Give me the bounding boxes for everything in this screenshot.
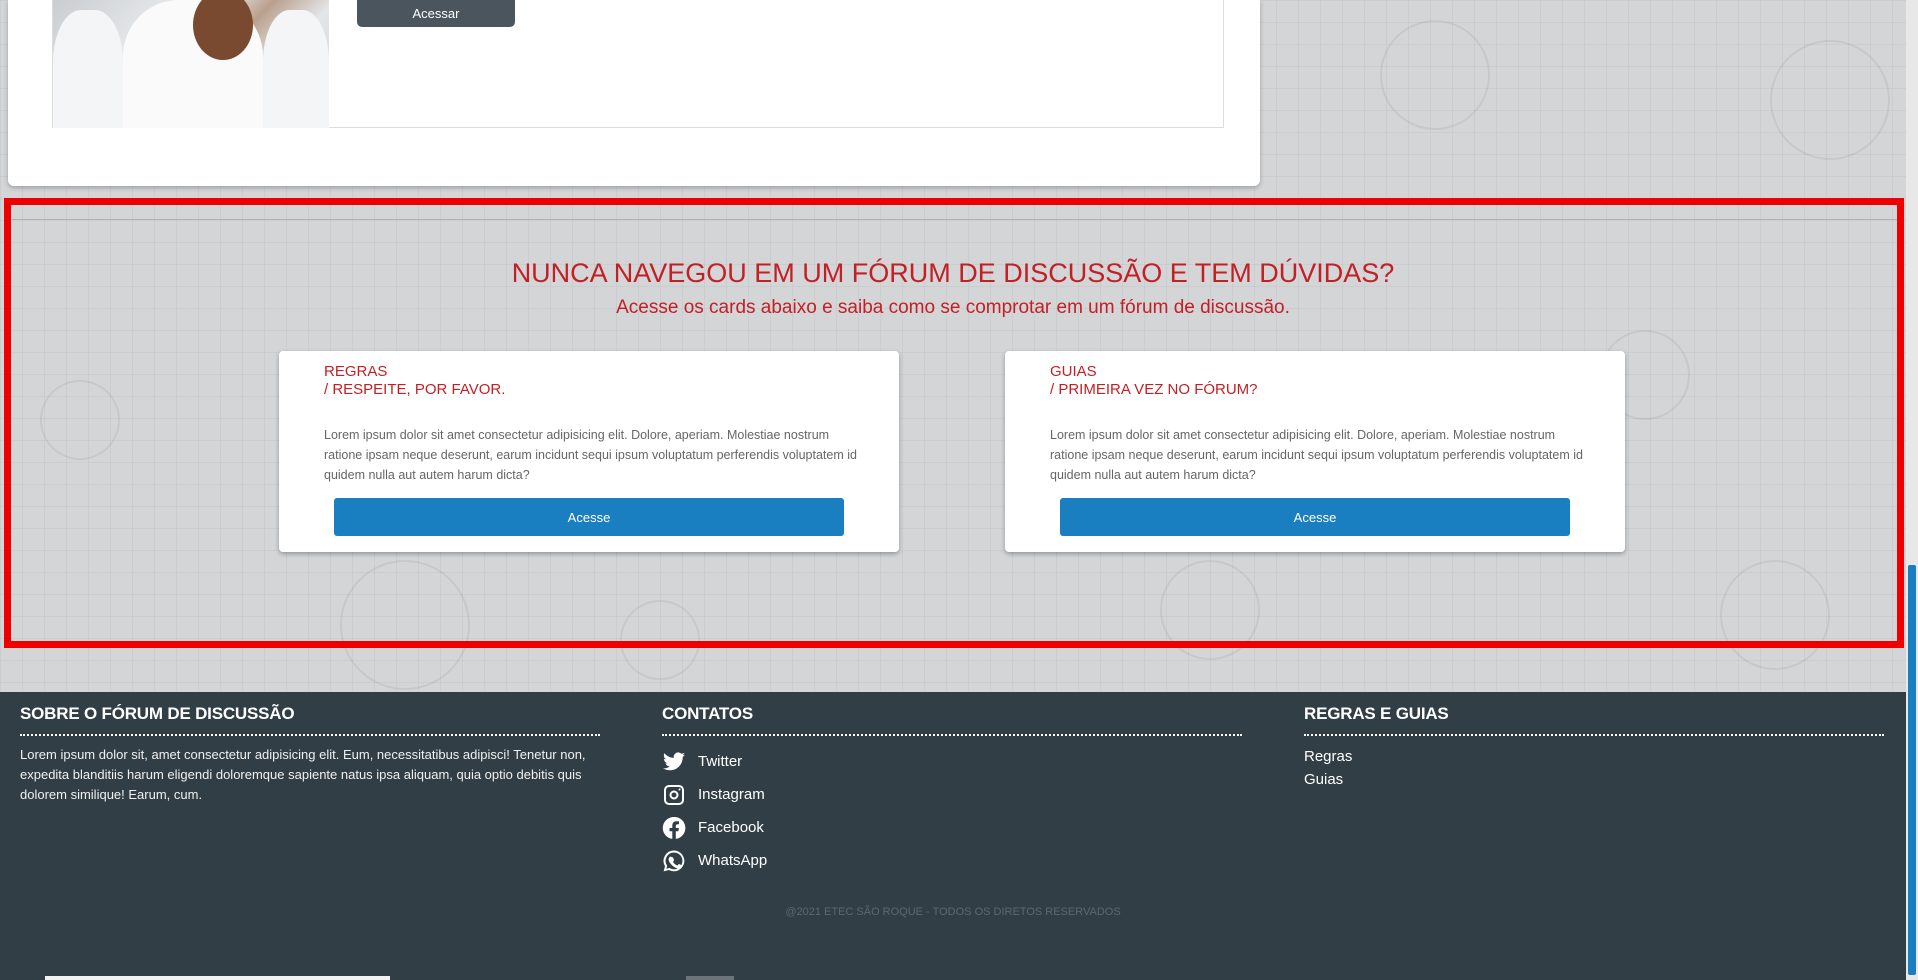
- bottom-bar: [45, 976, 390, 980]
- site-footer: SOBRE O FÓRUM DE DISCUSSÃO Lorem ipsum d…: [0, 692, 1906, 980]
- footer-about-text: Lorem ipsum dolor sit, amet consectetur …: [20, 747, 586, 802]
- contact-facebook[interactable]: Facebook: [662, 811, 1242, 844]
- footer-rules: REGRAS E GUIAS Regras Guias: [1304, 704, 1884, 791]
- highlight-frame: [4, 198, 1904, 648]
- contact-whatsapp[interactable]: WhatsApp: [662, 844, 1242, 877]
- footer-contacts-heading: CONTATOS: [662, 704, 1242, 736]
- footer-rules-heading: REGRAS E GUIAS: [1304, 704, 1884, 736]
- contact-twitter[interactable]: Twitter: [662, 745, 1242, 778]
- bottom-bar-secondary: [686, 976, 734, 980]
- contact-whatsapp-label: WhatsApp: [698, 852, 768, 869]
- contact-instagram-label: Instagram: [698, 786, 765, 803]
- course-card: Acessar: [8, 0, 1260, 186]
- footer-contacts: CONTATOS Twitter Instagram Facebook What…: [662, 704, 1242, 877]
- copyright-text: @2021 ETEC SÃO ROQUE - TODOS OS DIRETOS …: [785, 906, 1121, 918]
- footer-about: SOBRE O FÓRUM DE DISCUSSÃO Lorem ipsum d…: [20, 704, 600, 805]
- contact-facebook-label: Facebook: [698, 819, 764, 836]
- doctors-image: [53, 0, 329, 128]
- twitter-icon: [663, 751, 685, 770]
- footer-link-regras[interactable]: Regras: [1304, 745, 1884, 768]
- acessar-button[interactable]: Acessar: [357, 0, 515, 27]
- whatsapp-icon: [663, 849, 685, 871]
- contact-twitter-label: Twitter: [698, 753, 743, 770]
- page-scrollbar[interactable]: [1906, 0, 1918, 980]
- contact-instagram[interactable]: Instagram: [662, 778, 1242, 811]
- footer-link-guias[interactable]: Guias: [1304, 768, 1884, 791]
- facebook-icon: [662, 816, 686, 839]
- course-card-inner: Acessar: [52, 0, 1224, 128]
- footer-about-heading: SOBRE O FÓRUM DE DISCUSSÃO: [20, 704, 600, 736]
- instagram-icon: [664, 784, 684, 805]
- scrollbar-thumb[interactable]: [1908, 565, 1916, 975]
